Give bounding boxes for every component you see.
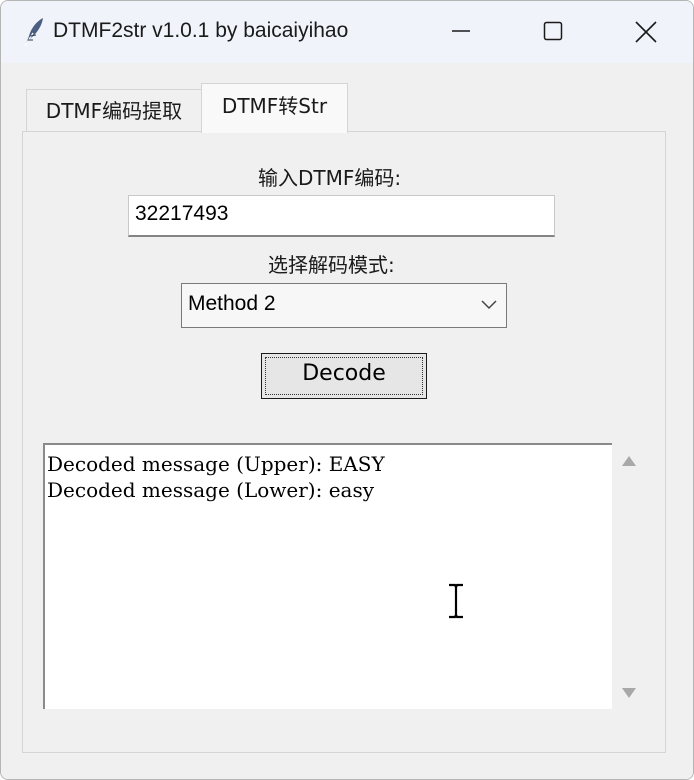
dtmf-input-value: 32217493 (135, 202, 229, 225)
tab-label: DTMF转Str (221, 94, 328, 118)
dtmf-input[interactable]: 32217493 (128, 195, 555, 237)
output-line-upper: Decoded message (Upper): EASY (47, 452, 385, 476)
tab-dtmf-to-str[interactable]: DTMF转Str (201, 83, 348, 133)
focus-ring (265, 357, 423, 395)
decode-button[interactable]: Decode (261, 353, 427, 399)
scroll-down-arrow-icon[interactable] (621, 687, 637, 699)
close-icon (635, 21, 657, 43)
output-line-lower: Decoded message (Lower): easy (47, 478, 375, 502)
mode-select[interactable]: Method 2 (181, 283, 507, 328)
feather-icon (21, 16, 45, 48)
mode-select-label: 选择解码模式: (268, 253, 395, 277)
client-area: DTMF编码提取 DTMF转Str 输入DTMF编码: 32217493 选择解… (1, 63, 693, 779)
title-bar[interactable]: DTMF2str v1.0.1 by baicaiyihao (1, 1, 693, 63)
text-cursor-icon (449, 583, 463, 619)
tab-panel: 输入DTMF编码: 32217493 选择解码模式: Method 2 Deco… (22, 131, 666, 753)
dtmf-input-label: 输入DTMF编码: (258, 166, 402, 190)
app-window: DTMF2str v1.0.1 by baicaiyihao DTMF编码提取 … (0, 0, 694, 780)
maximize-icon (543, 21, 563, 41)
tab-label: DTMF编码提取 (45, 99, 183, 123)
scroll-up-arrow-icon[interactable] (621, 455, 637, 467)
close-button[interactable] (599, 1, 691, 63)
chevron-down-icon (481, 300, 497, 310)
minimize-button[interactable] (415, 1, 507, 63)
window-title: DTMF2str v1.0.1 by baicaiyihao (53, 19, 349, 42)
output-text-area[interactable]: Decoded message (Upper): EASY Decoded mes… (43, 443, 612, 709)
minimize-icon (452, 30, 470, 32)
tab-dtmf-extract[interactable]: DTMF编码提取 (26, 89, 201, 132)
output-scrollbar[interactable] (614, 443, 644, 709)
mode-select-value: Method 2 (188, 292, 276, 315)
maximize-button[interactable] (507, 1, 599, 63)
